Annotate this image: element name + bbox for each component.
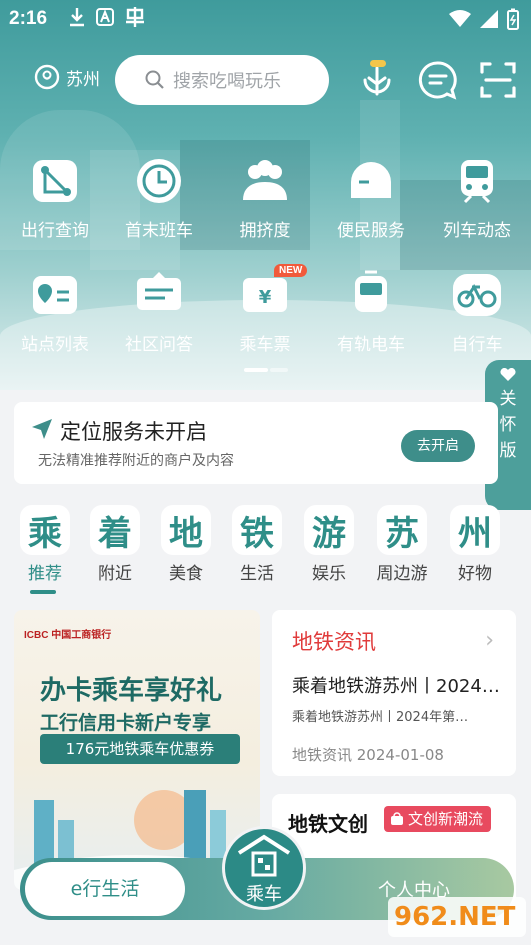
category-glyph: 铁 <box>232 505 282 555</box>
watermark-logo: 962.NET <box>388 893 528 941</box>
category-tab-food[interactable]: 地 美食 <box>153 505 219 584</box>
category-tab-recommend[interactable]: 乘 推荐 <box>12 505 78 584</box>
train-icon <box>461 160 493 204</box>
grid-station-list[interactable]: 站点列表 <box>0 270 110 355</box>
category-glyph: 着 <box>90 505 140 555</box>
grid-community-qa[interactable]: 社区问答 <box>104 270 214 355</box>
category-tab-goods[interactable]: 州 好物 <box>442 505 508 584</box>
status-time: 2:16 <box>9 8 48 29</box>
location-card-subtitle: 无法精准推荐附近的商户及内容 <box>38 453 234 469</box>
banner-headline: 办卡乘车享好礼 <box>40 676 223 706</box>
location-service-card: 定位服务未开启 无法精准推荐附近的商户及内容 去开启 <box>14 402 498 484</box>
grid-pager <box>244 368 288 372</box>
station-list-icon <box>33 276 77 314</box>
search-icon <box>145 70 164 89</box>
grid-label: 出行查询 <box>21 221 89 241</box>
news-footer: 地铁资讯 2024-01-08 <box>292 746 444 764</box>
bicycle-icon <box>453 274 501 316</box>
category-label: 推荐 <box>28 564 62 584</box>
grid-label: 列车动态 <box>443 221 511 241</box>
banner-coupon: 176元地铁乘车优惠券 <box>40 734 240 764</box>
location-pin-icon <box>34 64 60 90</box>
grid-label: 拥挤度 <box>239 221 291 241</box>
category-glyph: 乘 <box>20 505 70 555</box>
bank-logo-text: ICBC 中国工商银行 <box>24 630 112 641</box>
category-label: 周边游 <box>376 564 428 584</box>
clock-icon <box>137 159 181 203</box>
app-a-icon <box>96 8 114 26</box>
signal-icon <box>480 10 498 28</box>
category-tab-nearby[interactable]: 着 附近 <box>82 505 148 584</box>
bag-icon <box>391 812 403 825</box>
category-label: 附近 <box>98 564 132 584</box>
grid-convenience[interactable]: 便民服务 <box>316 156 426 241</box>
wifi-icon <box>449 10 471 27</box>
banner-subheadline: 工行信用卡新户专享 <box>40 712 212 734</box>
grid-train-status[interactable]: 列车动态 <box>422 156 531 241</box>
category-tab-nearby-tour[interactable]: 苏 周边游 <box>369 505 435 584</box>
enable-location-button[interactable]: 去开启 <box>401 430 475 462</box>
search-placeholder: 搜索吃喝玩乐 <box>173 71 281 92</box>
category-tab-entertainment[interactable]: 游 娱乐 <box>296 505 362 584</box>
category-active-indicator <box>30 590 56 594</box>
grid-label: 站点列表 <box>21 335 89 355</box>
qr-code-icon <box>237 834 291 877</box>
message-icon[interactable] <box>418 60 458 100</box>
grid-bicycle[interactable]: 自行车 <box>422 270 531 355</box>
route-query-icon <box>33 160 77 202</box>
category-label: 生活 <box>240 564 274 584</box>
navigation-arrow-icon <box>32 419 52 439</box>
heart-checkin-icon[interactable] <box>357 60 397 100</box>
new-badge: NEW <box>274 264 308 277</box>
ride-label: 乘车 <box>246 884 282 905</box>
category-tab-life[interactable]: 铁 生活 <box>224 505 290 584</box>
community-qa-icon <box>137 272 181 310</box>
category-glyph: 州 <box>450 505 500 555</box>
download-icon <box>70 8 84 27</box>
grid-label: 便民服务 <box>337 221 405 241</box>
category-glyph: 苏 <box>377 505 427 555</box>
tab-e-life[interactable]: e行生活 <box>25 862 185 916</box>
grid-crowding[interactable]: 拥挤度 <box>210 156 320 241</box>
scan-icon[interactable] <box>478 60 518 100</box>
news-header: 地铁资讯 <box>292 630 376 654</box>
grid-ticket[interactable]: ¥ NEW 乘车票 <box>210 264 320 355</box>
category-label: 好物 <box>458 564 492 584</box>
svg-text:¥: ¥ <box>259 287 272 308</box>
grid-label: 自行车 <box>451 335 503 355</box>
news-summary: 乘着地铁游苏州丨2024年第… <box>292 710 469 725</box>
grid-label: 社区问答 <box>125 335 193 355</box>
location-card-title: 定位服务未开启 <box>60 420 207 444</box>
news-title: 乘着地铁游苏州丨2024年第一期 <box>292 676 502 697</box>
grid-label: 有轨电车 <box>337 335 405 355</box>
chevron-right-icon: › <box>485 628 494 653</box>
city-selector[interactable]: 苏州 <box>34 64 100 90</box>
city-label: 苏州 <box>66 69 100 90</box>
grid-label: 首末班车 <box>125 221 193 241</box>
grid-label: 乘车票 <box>239 335 291 355</box>
search-input[interactable]: 搜索吃喝玩乐 <box>115 55 329 105</box>
category-glyph: 地 <box>161 505 211 555</box>
service-icon <box>351 162 391 198</box>
grid-tram[interactable]: 有轨电车 <box>316 270 426 355</box>
watermark-text: 962.NET <box>394 902 516 932</box>
culture-tag: 文创新潮流 <box>384 806 492 832</box>
grid-first-last-bus[interactable]: 首末班车 <box>104 156 214 241</box>
notification-icon <box>126 7 144 27</box>
grid-route-query[interactable]: 出行查询 <box>0 156 110 241</box>
heart-icon <box>500 368 516 381</box>
status-bar: 2:16 <box>0 0 531 40</box>
culture-tag-label: 文创新潮流 <box>408 810 484 828</box>
category-label: 美食 <box>169 564 203 584</box>
care-mode-label: 关怀版 <box>499 389 517 461</box>
category-glyph: 游 <box>304 505 354 555</box>
tram-icon <box>355 270 387 312</box>
promo-banner[interactable]: ICBC 中国工商银行 办卡乘车享好礼 工行信用卡新户专享 176元地铁乘车优惠… <box>14 610 260 890</box>
crowd-icon <box>243 160 287 200</box>
ticket-icon: ¥ <box>243 278 287 312</box>
category-label: 娱乐 <box>312 564 346 584</box>
battery-icon <box>507 8 519 30</box>
metro-news-card[interactable]: 地铁资讯 › 乘着地铁游苏州丨2024年第一期 乘着地铁游苏州丨2024年第… … <box>272 610 516 776</box>
